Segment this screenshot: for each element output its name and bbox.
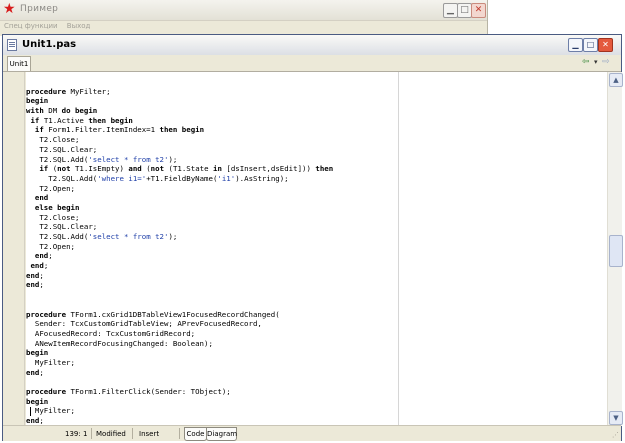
code-line[interactable]: end [26,193,333,203]
code-line[interactable]: ANewItemRecordFocusingChanged: Boolean); [26,339,333,349]
resize-grip-icon[interactable]: ⋰ [612,431,619,439]
chevron-down-icon: ▼ [613,414,619,422]
background-menubar: Спец функции Выход [4,22,97,30]
background-window: ★ Пример ▁ □ ✕ Спец функции Выход [0,0,488,36]
close-icon: ✕ [474,5,483,15]
code-line[interactable]: T2.SQL.Add('select * from t2'); [26,155,333,165]
code-line[interactable]: MyFilter; [26,358,333,368]
menu-item-special-functions[interactable]: Спец функции [4,22,58,30]
code-line[interactable]: Sender: TcxCustomGridTableView; APrevFoc… [26,319,333,329]
code-line[interactable]: begin [26,348,333,358]
code-line[interactable] [26,377,333,387]
code-line[interactable]: with DM do begin [26,106,333,116]
vertical-scrollbar[interactable]: ▲ ▼ [607,72,623,426]
code-line[interactable]: T2.SQL.Clear; [26,222,333,232]
editor-window-title: Unit1.pas [22,39,77,50]
status-divider [132,428,133,439]
code-line[interactable]: T2.Open; [26,242,333,252]
code-line[interactable] [26,290,333,300]
code-editor[interactable]: procedure MyFilter; begin with DM do begin… [26,77,333,426]
app-star-icon: ★ [3,1,16,17]
code-line[interactable]: end; [26,251,333,261]
modified-indicator: Modified [96,430,126,438]
code-line[interactable]: end; [26,261,333,271]
insert-mode-indicator: Insert [139,430,160,438]
editor-titlebar[interactable]: Unit1.pas ▁ □ ✕ [3,35,621,56]
code-line[interactable]: if Form1.Filter.ItemIndex=1 then begin [26,125,333,135]
code-line[interactable] [26,300,333,310]
status-bar: 139: 1 Modified Insert Code Diagram ⋰ [3,425,621,441]
code-line[interactable]: end; [26,271,333,281]
editor-minimize-button[interactable]: ▁ [568,38,583,52]
document-icon [7,39,17,51]
code-line[interactable] [26,77,333,87]
code-line[interactable]: MyFilter; [26,406,333,416]
maximize-icon: □ [586,40,595,49]
tab-code[interactable]: Code [184,427,207,441]
close-icon: ✕ [602,40,609,49]
background-close-button[interactable]: ✕ [471,3,486,18]
background-minimize-button[interactable]: ▁ [443,3,458,18]
editor-maximize-button[interactable]: □ [583,38,598,52]
background-maximize-button[interactable]: □ [457,3,472,18]
code-line[interactable]: T2.SQL.Clear; [26,145,333,155]
minimize-icon: ▁ [447,5,454,15]
scroll-down-button[interactable]: ▼ [609,411,623,425]
editor-window: Unit1.pas ▁ □ ✕ Unit1 ⇦ ▾ ⇨ procedure My… [2,34,623,441]
code-line[interactable]: T2.Open; [26,184,333,194]
code-line[interactable]: begin [26,96,333,106]
code-line[interactable]: procedure TForm1.cxGrid1DBTableView1Focu… [26,310,333,320]
code-line[interactable]: if T1.Active then begin [26,116,333,126]
code-line[interactable]: T2.SQL.Add('where i1='+T1.FieldByName('i… [26,174,333,184]
status-divider [179,428,180,439]
editor-close-button[interactable]: ✕ [598,38,613,52]
menu-item-exit[interactable]: Выход [67,22,91,30]
background-titlebar[interactable]: ★ Пример ▁ □ ✕ [0,0,487,21]
gutter-divider [24,72,25,426]
code-line[interactable]: procedure MyFilter; [26,87,333,97]
forward-arrow-icon[interactable]: ⇨ [602,57,610,68]
tab-unit1[interactable]: Unit1 [7,56,31,71]
chevron-up-icon: ▲ [613,76,619,84]
code-line[interactable]: procedure TForm1.FilterClick(Sender: TOb… [26,387,333,397]
code-line[interactable]: end; [26,368,333,378]
status-divider [91,428,92,439]
nav-dropdown-icon[interactable]: ▾ [594,57,598,68]
tab-diagram[interactable]: Diagram [206,427,237,441]
vertical-scroll-thumb[interactable] [609,235,623,267]
code-line[interactable]: T2.Close; [26,135,333,145]
right-margin-line [398,72,399,426]
code-line[interactable]: T2.SQL.Add('select * from t2'); [26,232,333,242]
background-window-title: Пример [20,4,59,14]
back-arrow-icon[interactable]: ⇦ [582,57,590,68]
text-caret [30,407,31,416]
unit-tab-strip: Unit1 ⇦ ▾ ⇨ [3,55,621,72]
editor-gutter[interactable] [3,72,26,426]
minimize-icon: ▁ [572,40,579,49]
cursor-position: 139: 1 [65,430,88,438]
maximize-icon: □ [460,5,469,15]
code-line[interactable]: end; [26,280,333,290]
code-line[interactable]: begin [26,397,333,407]
code-line[interactable]: AFocusedRecord: TcxCustomGridRecord; [26,329,333,339]
scroll-up-button[interactable]: ▲ [609,73,623,87]
code-line[interactable]: T2.Close; [26,213,333,223]
code-line[interactable]: else begin [26,203,333,213]
code-line[interactable]: if (not T1.IsEmpty) and (not (T1.State i… [26,164,333,174]
